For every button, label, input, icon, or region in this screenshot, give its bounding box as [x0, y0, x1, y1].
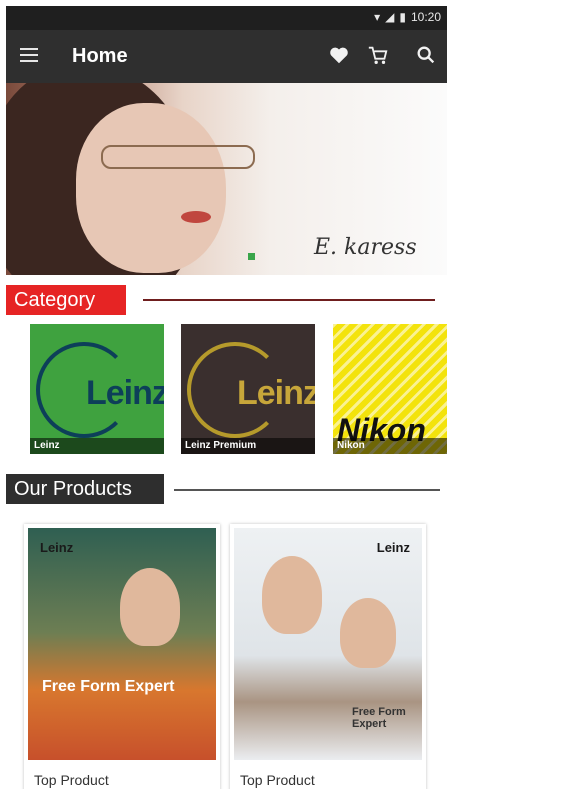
banner-page-indicator[interactable]: [248, 253, 255, 260]
products-divider: [174, 489, 440, 491]
product-name[interactable]: Top Product: [34, 772, 109, 788]
product-tagline: Free Form Expert: [42, 678, 175, 695]
page-title: Home: [72, 45, 128, 67]
leinz-premium-logo-text: Leinz: [237, 374, 315, 412]
cart-icon[interactable]: [367, 44, 389, 66]
search-icon[interactable]: [415, 44, 437, 66]
category-card-nikon[interactable]: Nikon Nikon: [333, 324, 447, 454]
product-brand-logo: Leinz: [376, 540, 410, 555]
banner-brand-signature: E. karess: [314, 235, 417, 260]
product-card[interactable]: Leinz Free Form Expert Top Product: [24, 524, 220, 789]
category-caption: Leinz Premium: [181, 438, 315, 454]
phone-screen: ▾ ◢ ▮ 10:20 Home E. karess Category Lein…: [6, 6, 447, 789]
banner-model-lips: [181, 211, 211, 223]
promo-banner[interactable]: E. karess: [6, 83, 447, 275]
banner-model-face: [76, 103, 226, 273]
leinz-logo-text: Leinz: [86, 374, 164, 412]
product-model-face: [120, 568, 180, 646]
product-image[interactable]: Leinz Free Form Expert: [234, 528, 422, 760]
category-caption: Leinz: [30, 438, 164, 454]
category-divider: [143, 299, 435, 301]
product-image[interactable]: Leinz Free Form Expert: [28, 528, 216, 760]
products-section-title: Our Products: [6, 474, 164, 504]
product-name[interactable]: Top Product: [240, 772, 315, 788]
app-bar: Home: [6, 30, 447, 83]
product-tagline: Free Form Expert: [352, 706, 406, 730]
wifi-icon: ▾: [374, 10, 381, 24]
product-model-face: [340, 598, 396, 668]
status-bar: ▾ ◢ ▮ 10:20: [6, 6, 447, 30]
banner-eyeglasses: [101, 145, 255, 169]
product-card[interactable]: Leinz Free Form Expert Top Product: [230, 524, 426, 789]
product-model-face: [262, 556, 322, 634]
category-card-leinz[interactable]: Leinz Leinz: [30, 324, 164, 454]
category-caption: Nikon: [333, 438, 447, 454]
status-time: 10:20: [410, 10, 441, 24]
battery-icon: ▮: [399, 10, 406, 24]
menu-icon[interactable]: [20, 48, 38, 62]
heart-icon[interactable]: [328, 44, 350, 66]
category-card-leinz-premium[interactable]: Leinz Leinz Premium: [181, 324, 315, 454]
signal-icon: ◢: [385, 10, 395, 24]
category-section-title: Category: [6, 285, 126, 315]
product-brand-logo: Leinz: [40, 540, 74, 555]
status-icons: ▾ ◢ ▮ 10:20: [374, 10, 441, 24]
